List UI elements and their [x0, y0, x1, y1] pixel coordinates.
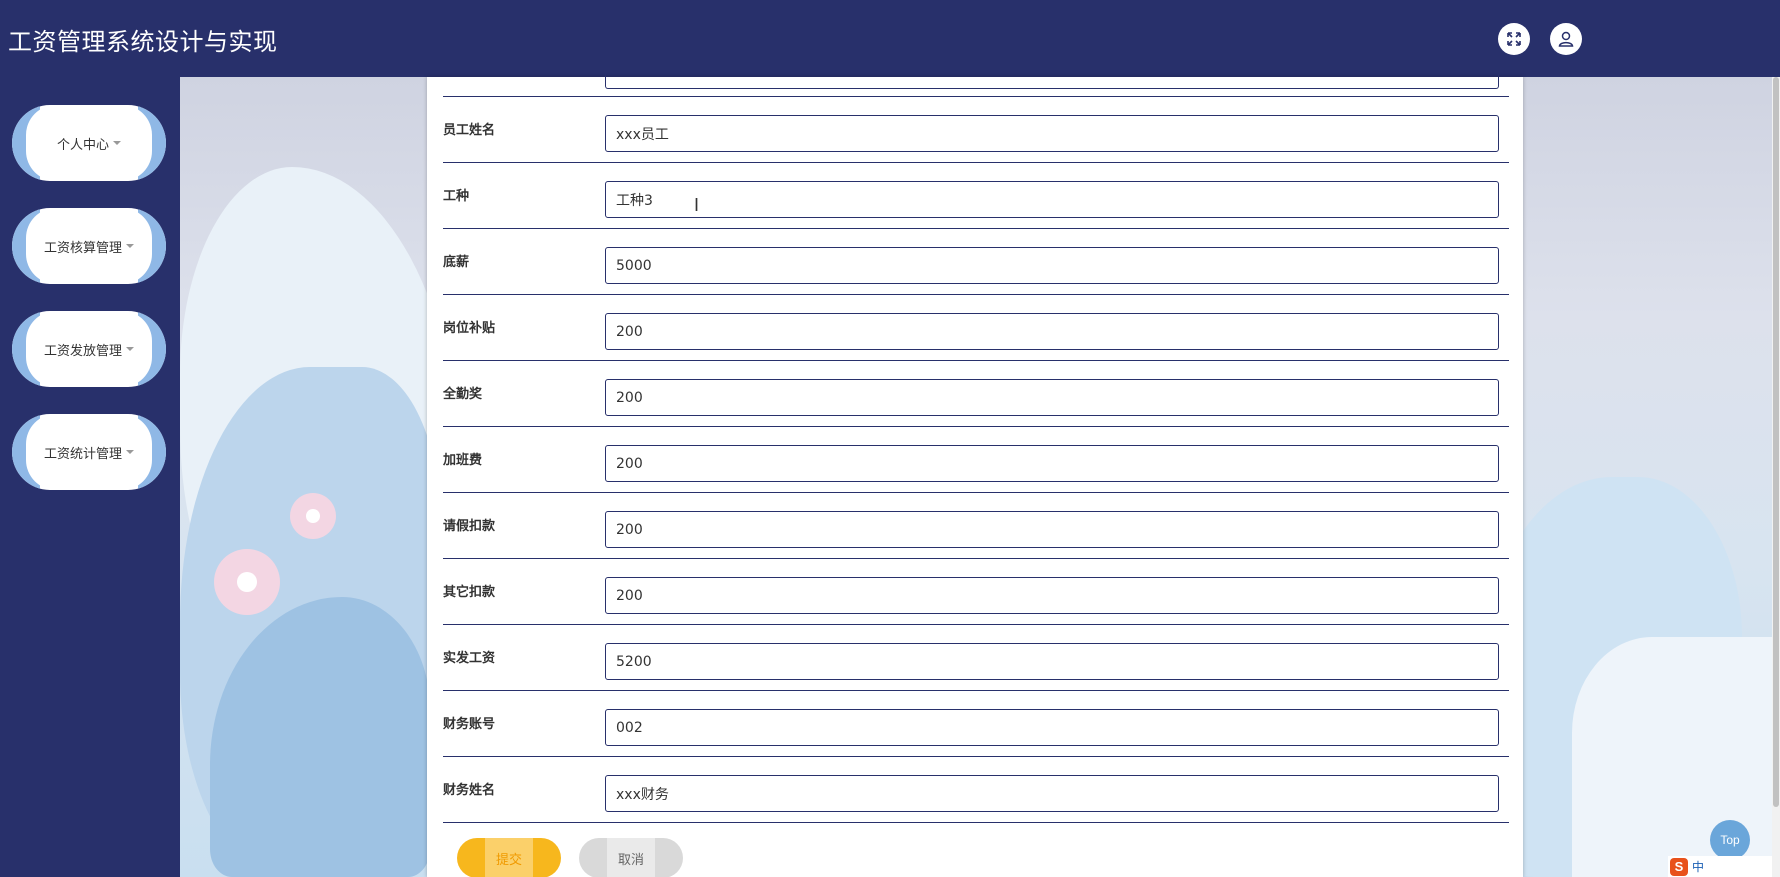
form-row-attendance-bonus: 全勤奖: [443, 361, 1509, 427]
flower-decoration: [290, 493, 336, 539]
finance-name-field[interactable]: [605, 775, 1499, 812]
form-row-finance-account: 财务账号: [443, 691, 1509, 757]
field-label: 岗位补贴: [443, 321, 496, 336]
form-row-other-deduction: 其它扣款: [443, 559, 1509, 625]
finance-account-field[interactable]: [605, 709, 1499, 746]
field-label: 工种: [443, 189, 470, 204]
back-to-top-button[interactable]: Top: [1710, 820, 1750, 860]
ime-mode-label: 中: [1692, 860, 1705, 874]
user-button[interactable]: [1550, 23, 1582, 55]
net-salary-field[interactable]: [605, 643, 1499, 680]
overtime-pay-field[interactable]: [605, 445, 1499, 482]
base-salary-field[interactable]: [605, 247, 1499, 284]
cancel-label: 取消: [607, 838, 655, 877]
field-label: 员工姓名: [443, 123, 496, 138]
scrollbar-thumb[interactable]: [1773, 77, 1779, 807]
form-row-base-salary: 底薪: [443, 229, 1509, 295]
field-label: 全勤奖: [443, 387, 483, 402]
ime-toolbar[interactable]: S 中: [1668, 856, 1772, 877]
sidebar-item-label: 个人中心: [56, 137, 109, 153]
chevron-down-icon: [126, 244, 134, 248]
sidebar-item-salary-payment[interactable]: 工资发放管理: [12, 311, 166, 387]
field-label: 其它扣款: [443, 585, 496, 600]
field-label: 财务姓名: [443, 783, 496, 798]
sidebar: 个人中心 工资核算管理 工资发放管理 工资统计管理: [0, 77, 180, 877]
field-label: 财务账号: [443, 717, 496, 732]
submit-label: 提交: [485, 838, 533, 877]
chevron-down-icon: [126, 450, 134, 454]
form-row-position-allowance: 岗位补贴: [443, 295, 1509, 361]
text-cursor-icon: I: [694, 195, 700, 215]
position-allowance-field[interactable]: [605, 313, 1499, 350]
form-row-employee-name: 员工姓名: [443, 97, 1509, 163]
expand-icon: [1507, 32, 1521, 46]
sidebar-item-label: 工资核算管理: [43, 240, 122, 256]
field-label: 请假扣款: [443, 519, 496, 534]
field-label: 加班费: [443, 453, 483, 468]
fullscreen-button[interactable]: [1498, 23, 1530, 55]
field-label: 实发工资: [443, 651, 496, 666]
sidebar-item-label: 工资发放管理: [43, 343, 122, 359]
employee-name-field[interactable]: [605, 115, 1499, 152]
submit-button[interactable]: 提交: [457, 838, 561, 877]
field-label: 底薪: [443, 255, 470, 270]
page-scrollbar[interactable]: [1772, 77, 1780, 877]
ime-logo: S: [1670, 857, 1688, 876]
job-type-field[interactable]: [605, 181, 1499, 218]
chevron-down-icon: [113, 141, 121, 145]
form-row-net-salary: 实发工资: [443, 625, 1509, 691]
other-deduction-field[interactable]: [605, 577, 1499, 614]
sidebar-item-salary-statistics[interactable]: 工资统计管理: [12, 414, 166, 490]
form-row-finance-name: 财务姓名: [443, 757, 1509, 823]
form-row-job-type: 工种: [443, 163, 1509, 229]
chevron-down-icon: [126, 347, 134, 351]
sidebar-item-salary-accounting[interactable]: 工资核算管理: [12, 208, 166, 284]
attendance-bonus-field[interactable]: [605, 379, 1499, 416]
user-icon: [1558, 31, 1574, 47]
form-row-leave-deduction: 请假扣款: [443, 493, 1509, 559]
flower-decoration: [214, 549, 280, 615]
sidebar-item-personal-center[interactable]: 个人中心: [12, 105, 166, 181]
sidebar-item-label: 工资统计管理: [43, 446, 122, 462]
app-title: 工资管理系统设计与实现: [8, 28, 278, 56]
leave-deduction-field[interactable]: [605, 511, 1499, 548]
edit-form-panel: 员工姓名 工种 底薪 岗位补贴 全勤奖 加班费 请假扣款 其它扣款 实发工资 财…: [427, 65, 1523, 877]
form-row-overtime-pay: 加班费: [443, 427, 1509, 493]
partial-field: [605, 65, 1499, 89]
cancel-button[interactable]: 取消: [579, 838, 683, 877]
